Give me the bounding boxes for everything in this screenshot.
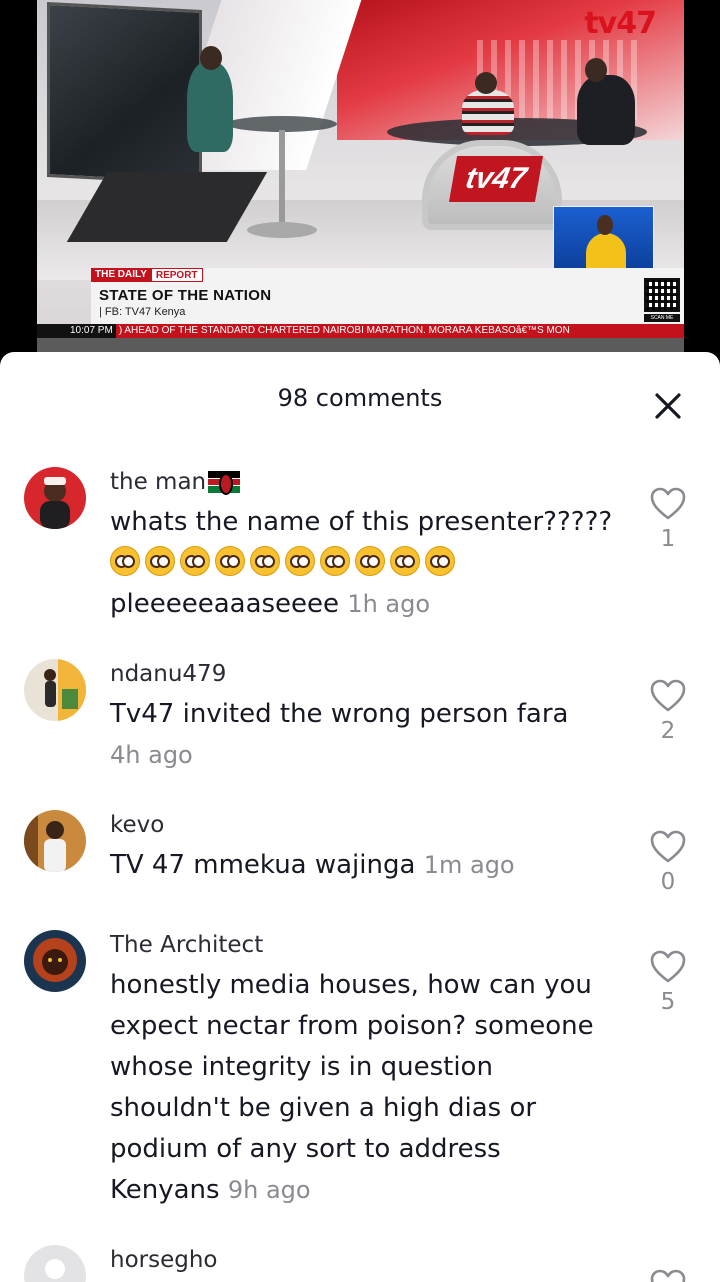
comment-time: 4h ago bbox=[110, 741, 193, 769]
comment-text-main: honestly media houses, how can you expec… bbox=[110, 970, 594, 1205]
sign-language-inset bbox=[553, 206, 654, 273]
like-count: 0 bbox=[660, 869, 676, 895]
username-text: the man bbox=[110, 469, 207, 495]
heart-icon bbox=[650, 830, 686, 863]
presenter-head bbox=[200, 46, 222, 70]
like-count: 5 bbox=[660, 989, 676, 1015]
username-text: ndanu479 bbox=[110, 661, 227, 687]
flushed-face-emoji-icon bbox=[110, 546, 140, 576]
like-button[interactable] bbox=[645, 1269, 691, 1282]
channel-logo: tv47 bbox=[584, 6, 657, 41]
comment-username[interactable]: The Architect bbox=[110, 930, 630, 960]
heart-icon bbox=[650, 679, 686, 712]
comment-username[interactable]: ndanu479 bbox=[110, 659, 630, 689]
flushed-face-emoji-icon bbox=[390, 546, 420, 576]
comment-text: whats the name of this presenter????? pl… bbox=[110, 502, 630, 625]
ticker-time: 10:07 PM bbox=[37, 324, 116, 338]
show-tag: THE DAILY REPORT bbox=[91, 268, 203, 282]
segment-title: STATE OF THE NATION bbox=[99, 287, 272, 304]
flushed-face-emoji-icon bbox=[425, 546, 455, 576]
comment-text-tail: pleeeeeaaaseeee bbox=[110, 589, 340, 619]
show-tag-primary: THE DAILY bbox=[91, 268, 151, 282]
comment-body: The Architect honestly media houses, how… bbox=[110, 930, 630, 1211]
flushed-face-emoji-icon bbox=[180, 546, 210, 576]
comment-time: 1m ago bbox=[423, 851, 515, 879]
avatar[interactable] bbox=[24, 659, 86, 721]
sheet-header: 98 comments bbox=[0, 352, 720, 444]
qr-code bbox=[644, 278, 680, 312]
comment-text-main: whats the name of this presenter????? bbox=[110, 507, 613, 537]
comment-body: ndanu479 Tv47 invited the wrong person f… bbox=[110, 659, 630, 776]
segment-subtitle: | FB: TV47 Kenya bbox=[99, 306, 186, 318]
username-text: The Architect bbox=[110, 932, 264, 958]
interpreter bbox=[586, 233, 626, 273]
like-button[interactable]: 0 bbox=[645, 830, 691, 895]
username-text: kevo bbox=[110, 812, 165, 838]
avatar[interactable] bbox=[24, 930, 86, 992]
comment-time: 9h ago bbox=[227, 1176, 311, 1204]
guest-two bbox=[577, 75, 635, 145]
comment-body: horsegho bbox=[110, 1245, 630, 1275]
comments-sheet: 98 comments the man whats the name of th… bbox=[0, 352, 720, 1282]
scan-label: SCAN ME bbox=[644, 314, 680, 322]
comment-text: Tv47 invited the wrong person fara 4h ag… bbox=[110, 694, 630, 776]
studio-screen bbox=[47, 1, 202, 186]
avatar[interactable] bbox=[24, 1245, 86, 1282]
like-button[interactable]: 5 bbox=[645, 950, 691, 1015]
presenter bbox=[187, 62, 233, 152]
avatar[interactable] bbox=[24, 810, 86, 872]
guest-one-head bbox=[475, 72, 497, 94]
flushed-face-emoji-icon bbox=[215, 546, 245, 576]
like-button[interactable]: 2 bbox=[645, 679, 691, 744]
comment-username[interactable]: the man bbox=[110, 467, 630, 497]
comment-username[interactable]: kevo bbox=[110, 810, 630, 840]
close-icon bbox=[655, 393, 681, 419]
like-count: 1 bbox=[660, 526, 676, 552]
close-button[interactable] bbox=[648, 386, 688, 426]
kenya-flag-icon bbox=[208, 471, 241, 495]
comment-body: kevo TV 47 mmekua wajinga 1m ago bbox=[110, 810, 630, 886]
show-tag-secondary: REPORT bbox=[150, 268, 203, 282]
flushed-face-emoji-icon bbox=[355, 546, 385, 576]
heart-icon bbox=[650, 950, 686, 983]
heart-icon bbox=[650, 1269, 686, 1282]
like-button[interactable]: 1 bbox=[645, 487, 691, 552]
news-ticker: 10:07 PM ) AHEAD OF THE STANDARD CHARTER… bbox=[37, 324, 684, 338]
username-text: horsegho bbox=[110, 1247, 218, 1273]
ticker-text: ) AHEAD OF THE STANDARD CHARTERED NAIROB… bbox=[118, 325, 570, 336]
comment-count: 98 comments bbox=[277, 384, 443, 412]
video-player[interactable]: tv47 tv47 THE DAILY REPORT STATE OF THE … bbox=[0, 0, 720, 372]
guest-two-head bbox=[585, 58, 607, 82]
comment-text-main: TV 47 mmekua wajinga bbox=[110, 850, 416, 880]
flushed-face-emoji-icon bbox=[285, 546, 315, 576]
lower-third: THE DAILY REPORT STATE OF THE NATION | F… bbox=[91, 268, 684, 324]
comment-time: 1h ago bbox=[347, 590, 431, 618]
table-base bbox=[247, 222, 317, 238]
comment-username[interactable]: horsegho bbox=[110, 1245, 630, 1275]
heart-icon bbox=[650, 487, 686, 520]
flushed-face-emoji-icon bbox=[145, 546, 175, 576]
ticker-underbar bbox=[37, 338, 684, 352]
flushed-face-emoji-icon bbox=[250, 546, 280, 576]
interpreter-head bbox=[597, 215, 613, 235]
avatar[interactable] bbox=[24, 467, 86, 529]
desk-logo: tv47 bbox=[448, 156, 544, 202]
video-frame: tv47 tv47 THE DAILY REPORT STATE OF THE … bbox=[37, 0, 684, 352]
comment-body: the man whats the name of this presenter… bbox=[110, 467, 630, 625]
comment-text-main: Tv47 invited the wrong person fara bbox=[110, 699, 569, 729]
comment-text: TV 47 mmekua wajinga 1m ago bbox=[110, 845, 630, 886]
flushed-face-emoji-icon bbox=[320, 546, 350, 576]
guest-one bbox=[462, 90, 514, 135]
like-count: 2 bbox=[660, 718, 676, 744]
comment-text: honestly media houses, how can you expec… bbox=[110, 965, 610, 1211]
table-leg bbox=[279, 130, 285, 225]
